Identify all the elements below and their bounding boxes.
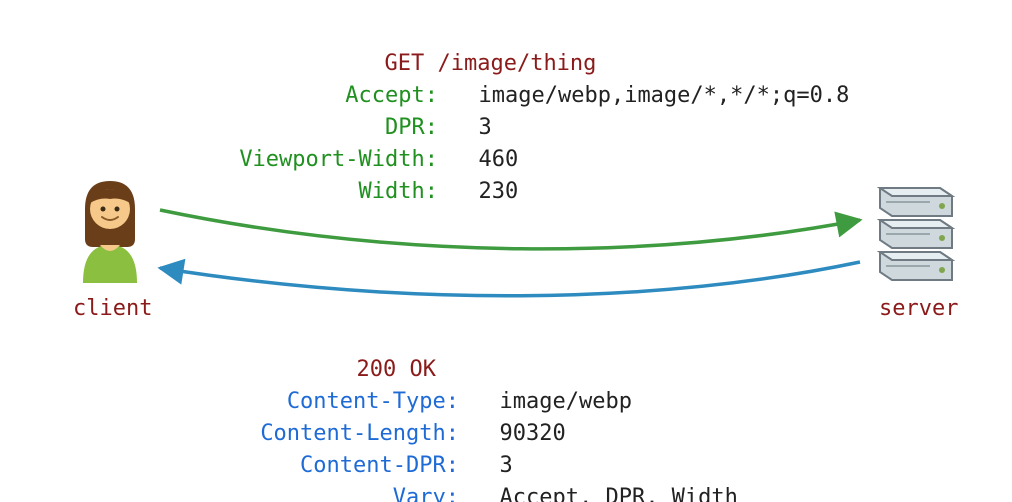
resp-row-vary-val: Accept, DPR, Width xyxy=(473,450,738,502)
header-name-vary: Vary: xyxy=(393,485,459,502)
resp-row-vary-name: Vary: xyxy=(0,450,459,502)
header-value-vary: Accept, DPR, Width xyxy=(500,485,738,502)
server-label: server xyxy=(879,296,958,321)
client-label: client xyxy=(73,296,152,321)
response-arrow xyxy=(160,262,860,296)
request-arrow xyxy=(160,210,860,249)
